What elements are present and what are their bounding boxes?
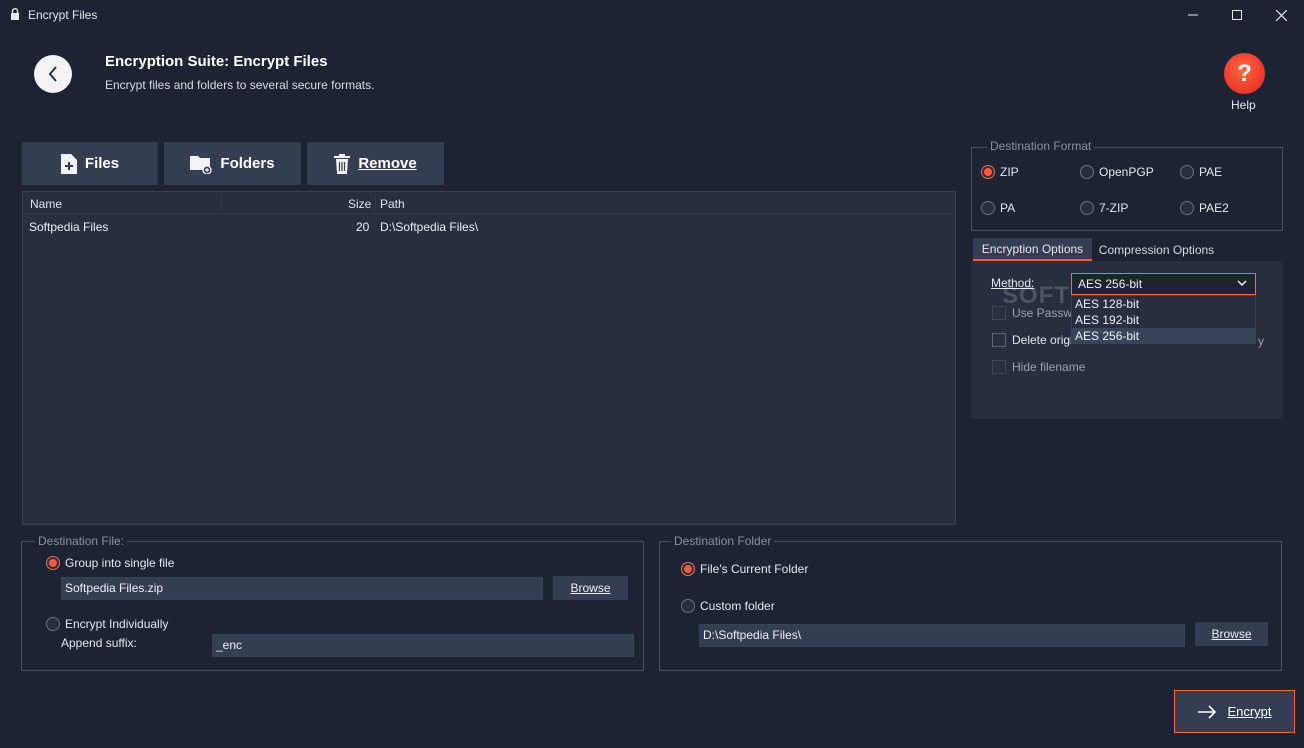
destination-file-legend: Destination File: (35, 534, 128, 548)
lock-icon (11, 8, 19, 20)
format-option-7zip[interactable]: 7-ZIP (1080, 201, 1128, 215)
radio-zip[interactable] (981, 165, 995, 179)
hide-filename-label: Hide filename (1012, 360, 1086, 374)
format-option-openpgp[interactable]: OpenPGP (1080, 165, 1154, 179)
format-option-pae2[interactable]: PAE2 (1180, 201, 1229, 215)
encrypt-individually-option[interactable]: Encrypt Individually (46, 617, 168, 631)
append-suffix-field[interactable]: _enc (212, 634, 634, 657)
row-name: Softpedia Files (29, 220, 109, 234)
method-value: AES 256-bit (1078, 277, 1143, 291)
column-header-name[interactable]: Name (30, 197, 62, 211)
close-icon (1275, 9, 1287, 21)
help-button[interactable]: ? (1224, 53, 1265, 94)
custom-folder-option[interactable]: Custom folder (681, 599, 775, 613)
window-title: Encrypt Files (28, 8, 98, 22)
method-option[interactable]: AES 192-bit (1072, 312, 1255, 328)
current-folder-label: File's Current Folder (700, 562, 809, 576)
delete-original-option[interactable]: Delete origi (992, 333, 1073, 347)
hide-filename-checkbox[interactable] (992, 360, 1006, 374)
add-folders-button[interactable]: Folders (164, 142, 301, 185)
radio-encrypt-individually[interactable] (46, 617, 60, 631)
minimize-button[interactable] (1170, 0, 1216, 30)
add-file-icon (60, 153, 77, 174)
add-files-button[interactable]: Files (22, 142, 158, 185)
group-single-file-option[interactable]: Group into single file (46, 556, 174, 570)
radio-pa[interactable] (981, 201, 995, 215)
destination-format-legend: Destination Format (987, 139, 1095, 153)
file-list[interactable]: Name Size Path Softpedia Files 20 D:\Sof… (22, 191, 956, 525)
radio-openpgp[interactable] (1080, 165, 1094, 179)
radio-current-folder[interactable] (681, 562, 695, 576)
tab-encryption-options[interactable]: Encryption Options (973, 238, 1092, 261)
radio-pae2[interactable] (1180, 201, 1194, 215)
column-divider[interactable] (375, 195, 376, 211)
current-folder-option[interactable]: File's Current Folder (681, 562, 808, 576)
radio-7zip[interactable] (1080, 201, 1094, 215)
radio-custom-folder[interactable] (681, 599, 695, 613)
browse-folder-label: Browse (1211, 627, 1252, 641)
browse-file-button[interactable]: Browse (553, 576, 628, 600)
remove-button[interactable]: Remove (307, 142, 444, 185)
custom-folder-label: Custom folder (700, 599, 775, 613)
radio-group-single-file[interactable] (46, 556, 60, 570)
format-option-pae[interactable]: PAE (1180, 165, 1222, 179)
chevron-left-icon (48, 66, 57, 82)
maximize-icon (1232, 10, 1242, 20)
format-label-pa: PA (1000, 201, 1016, 215)
page-title: Encryption Suite: Encrypt Files (105, 53, 328, 70)
browse-file-label: Browse (570, 581, 611, 595)
hide-filename-option[interactable]: Hide filename (992, 360, 1085, 374)
browse-folder-button[interactable]: Browse (1195, 622, 1268, 646)
help-label: Help (1231, 98, 1256, 112)
column-header-size[interactable]: Size (348, 197, 371, 211)
remove-label: Remove (358, 155, 417, 172)
encrypt-button[interactable]: Encrypt (1174, 690, 1295, 733)
chevron-down-icon (1237, 280, 1247, 287)
column-header-path[interactable]: Path (380, 197, 405, 211)
format-option-pa[interactable]: PA (981, 201, 1015, 215)
encrypt-label: Encrypt (1227, 704, 1272, 719)
destination-filename-field[interactable]: Softpedia Files.zip (61, 577, 543, 600)
method-option[interactable]: AES 256-bit (1072, 328, 1255, 344)
method-option[interactable]: AES 128-bit (1072, 296, 1255, 312)
tab-compression-options[interactable]: Compression Options (1094, 238, 1219, 261)
minimize-icon (1188, 14, 1198, 16)
back-button[interactable] (34, 55, 72, 93)
delete-original-label: Delete origi (1012, 333, 1073, 347)
destination-folder-legend: Destination Folder (671, 534, 775, 548)
files-label: Files (84, 155, 120, 172)
format-label-pae: PAE (1199, 165, 1223, 179)
method-select[interactable]: AES 256-bit (1071, 273, 1256, 295)
add-folder-icon (190, 155, 213, 174)
trash-icon (334, 153, 351, 174)
format-label-7zip: 7-ZIP (1099, 201, 1129, 215)
row-path: D:\Softpedia Files\ (380, 220, 479, 234)
close-button[interactable] (1258, 0, 1304, 30)
radio-pae[interactable] (1180, 165, 1194, 179)
destination-format-group (971, 147, 1283, 231)
page-subtitle: Encrypt files and folders to several sec… (105, 78, 375, 92)
encrypt-individually-label: Encrypt Individually (65, 617, 169, 631)
method-dropdown-list[interactable]: AES 128-bit AES 192-bit AES 256-bit (1071, 295, 1256, 344)
delete-original-checkbox[interactable] (992, 333, 1006, 347)
format-label-openpgp: OpenPGP (1099, 165, 1154, 179)
row-size: 20 (356, 220, 370, 234)
arrow-right-icon (1198, 704, 1217, 719)
title-bar: Encrypt Files (0, 0, 1304, 30)
format-option-zip[interactable]: ZIP (981, 165, 1019, 179)
maximize-button[interactable] (1214, 0, 1260, 30)
format-label-zip: ZIP (1000, 165, 1019, 179)
custom-folder-field[interactable]: D:\Softpedia Files\ (699, 624, 1185, 647)
group-single-file-label: Group into single file (65, 556, 175, 570)
format-label-pae2: PAE2 (1199, 201, 1229, 215)
column-divider[interactable] (221, 195, 222, 211)
delete-original-label-tail: y (1258, 334, 1264, 348)
append-suffix-label: Append suffix: (61, 636, 137, 650)
file-list-header: Name Size Path (23, 192, 955, 214)
folders-label: Folders (220, 155, 275, 172)
question-icon: ? (1237, 59, 1252, 87)
